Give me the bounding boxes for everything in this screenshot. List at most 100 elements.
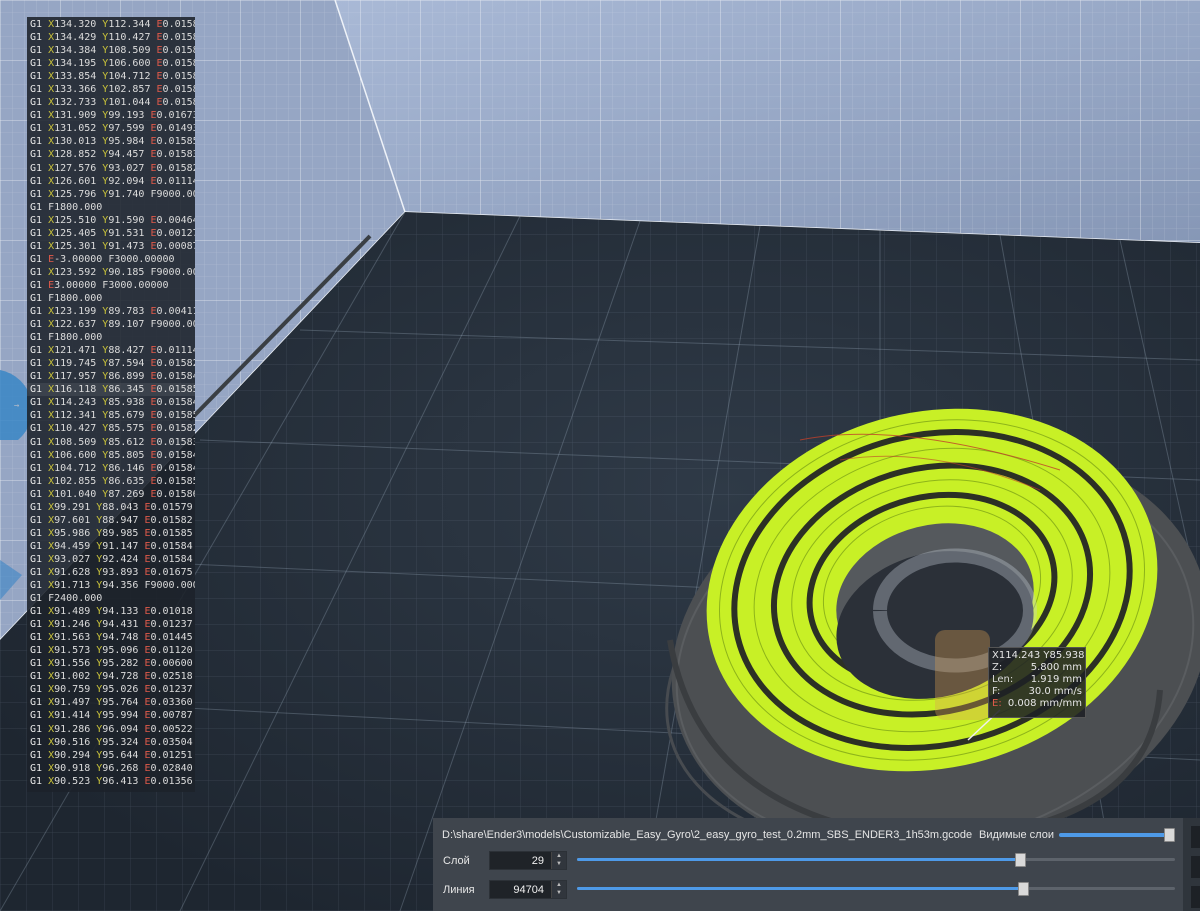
tooltip-row-len: Len: 1.919 mm xyxy=(992,674,1082,686)
gcode-line[interactable]: G1 X131.052 Y97.599 E0.01493 xyxy=(27,122,195,135)
gcode-line[interactable]: G1 X134.320 Y112.344 E0.01582 xyxy=(27,18,195,31)
gcode-line[interactable]: G1 X90.918 Y96.268 E0.02840 xyxy=(27,762,195,775)
gcode-line[interactable]: G1 X125.301 Y91.473 E0.00087 xyxy=(27,240,195,253)
gcode-line[interactable]: G1 F1800.000 xyxy=(27,292,195,305)
gcode-line[interactable]: G1 X127.576 Y93.027 E0.01582 xyxy=(27,162,195,175)
line-spinbox[interactable]: 94704 ▲ ▼ xyxy=(489,880,567,899)
gcode-line[interactable]: G1 X91.489 Y94.133 E0.01018 xyxy=(27,605,195,618)
side-toolbar-button[interactable] xyxy=(1191,856,1200,878)
layer-decrement-icon[interactable]: ▼ xyxy=(552,860,566,868)
line-increment-icon[interactable]: ▲ xyxy=(552,881,566,889)
line-slider-handle[interactable] xyxy=(1017,882,1029,896)
gcode-line[interactable]: G1 X90.516 Y95.324 E0.03504 xyxy=(27,736,195,749)
gcode-line[interactable]: G1 X123.592 Y90.185 F9000.000 xyxy=(27,266,195,279)
layer-slider-handle[interactable] xyxy=(1014,853,1026,867)
line-label: Линия xyxy=(443,884,475,896)
gcode-line[interactable]: G1 X91.002 Y94.728 E0.02518 xyxy=(27,670,195,683)
gcode-line[interactable]: G1 X122.637 Y89.107 F9000.000 xyxy=(27,318,195,331)
tooltip-value: 1.919 mm xyxy=(1030,674,1082,685)
gcode-line[interactable]: G1 X91.556 Y95.282 E0.00600 xyxy=(27,657,195,670)
gcode-line[interactable]: G1 X119.745 Y87.594 E0.01582 xyxy=(27,357,195,370)
visible-layers-label: Видимые слои xyxy=(979,829,1054,841)
gcode-line[interactable]: G1 E3.00000 F3000.00000 xyxy=(27,279,195,292)
gcode-line[interactable]: G1 X91.286 Y96.094 E0.00522 xyxy=(27,723,195,736)
line-decrement-icon[interactable]: ▼ xyxy=(552,889,566,897)
layer-increment-icon[interactable]: ▲ xyxy=(552,852,566,860)
gcode-line[interactable]: G1 X104.712 Y86.146 E0.01584 xyxy=(27,462,195,475)
gcode-line[interactable]: G1 X91.713 Y94.356 F9000.000 xyxy=(27,579,195,592)
gcode-line[interactable]: G1 F2400.000 xyxy=(27,592,195,605)
gcode-line[interactable]: G1 X102.855 Y86.635 E0.01585 xyxy=(27,475,195,488)
gcode-line[interactable]: G1 X116.118 Y86.345 E0.01585 xyxy=(27,383,195,397)
gcode-line[interactable]: G1 X117.957 Y86.899 E0.01584 xyxy=(27,370,195,383)
gcode-line[interactable]: G1 X131.909 Y99.193 E0.01673 xyxy=(27,109,195,122)
line-slider[interactable] xyxy=(577,887,1175,890)
layer-spin-buttons: ▲ ▼ xyxy=(551,852,566,869)
gcode-line[interactable]: G1 X95.986 Y89.985 E0.01585 xyxy=(27,527,195,540)
gcode-line[interactable]: G1 X130.013 Y95.984 E0.01585 xyxy=(27,135,195,148)
file-path: D:\share\Ender3\models\Customizable_Easy… xyxy=(442,829,973,841)
side-toolbar-button[interactable] xyxy=(1191,886,1200,908)
layer-control-panel: D:\share\Ender3\models\Customizable_Easy… xyxy=(433,818,1183,911)
gcode-line[interactable]: G1 X91.414 Y95.994 E0.00787 xyxy=(27,709,195,722)
gcode-line[interactable]: G1 X123.199 Y89.783 E0.00411 xyxy=(27,305,195,318)
side-toolbar xyxy=(1183,818,1200,911)
layer-label: Слой xyxy=(443,855,470,867)
gcode-line[interactable]: G1 X90.523 Y96.413 E0.01356 xyxy=(27,775,195,788)
line-slider-fill xyxy=(577,887,1023,890)
gcode-line[interactable]: G1 F1800.000 xyxy=(27,331,195,344)
gcode-line[interactable]: G1 X91.573 Y95.096 E0.01120 xyxy=(27,644,195,657)
current-line-marker: → xyxy=(14,401,20,411)
gcode-line[interactable]: G1 X132.733 Y101.044 E0.01584 xyxy=(27,96,195,109)
gcode-line[interactable]: G1 X112.341 Y85.679 E0.01585 xyxy=(27,409,195,422)
tooltip-value: 30.0 mm/s xyxy=(1028,686,1082,697)
layer-spinbox[interactable]: 29 ▲ ▼ xyxy=(489,851,567,870)
gcode-line[interactable]: G1 X125.405 Y91.531 E0.00127 xyxy=(27,227,195,240)
visible-layers-slider[interactable] xyxy=(1059,833,1167,837)
tooltip-value: 0.008 mm/mm xyxy=(1007,698,1082,709)
tooltip-key: E: xyxy=(992,698,1002,709)
gcode-line[interactable]: G1 X134.384 Y108.509 E0.01583 xyxy=(27,44,195,57)
gcode-line[interactable]: G1 X133.854 Y104.712 E0.01583 xyxy=(27,70,195,83)
layer-slider-fill xyxy=(577,858,1020,861)
tooltip-key: Len: xyxy=(992,674,1014,685)
gcode-line[interactable]: G1 E-3.00000 F3000.00000 xyxy=(27,253,195,266)
gcode-line[interactable]: G1 X91.497 Y95.764 E0.03360 xyxy=(27,696,195,709)
gcode-line[interactable]: G1 X90.759 Y95.026 E0.01237 xyxy=(27,683,195,696)
tooltip-row-f: F: 30.0 mm/s xyxy=(992,686,1082,698)
gcode-line[interactable]: G1 X94.459 Y91.147 E0.01584 xyxy=(27,540,195,553)
gcode-listing[interactable]: G1 X134.320 Y112.344 E0.01582G1 X134.429… xyxy=(27,17,195,792)
move-info-tooltip: X114.243 Y85.938 Z: 5.800 mm Len: 1.919 … xyxy=(988,647,1086,718)
gcode-line[interactable]: G1 X108.509 Y85.612 E0.01583 xyxy=(27,436,195,449)
tooltip-position: X114.243 Y85.938 xyxy=(992,650,1085,661)
gcode-line[interactable]: G1 X93.027 Y92.424 E0.01584 xyxy=(27,553,195,566)
tooltip-key: F: xyxy=(992,686,1001,697)
tooltip-key: Z: xyxy=(992,662,1003,673)
line-value: 94704 xyxy=(513,884,544,896)
gcode-line[interactable]: G1 X97.601 Y88.947 E0.01582 xyxy=(27,514,195,527)
gcode-line[interactable]: G1 X101.040 Y87.269 E0.01586 xyxy=(27,488,195,501)
gcode-line[interactable]: G1 X128.852 Y94.457 E0.01583 xyxy=(27,148,195,161)
gcode-line[interactable]: G1 X91.246 Y94.431 E0.01237 xyxy=(27,618,195,631)
gcode-line[interactable]: G1 X114.243 Y85.938 E0.01584 xyxy=(27,396,195,409)
gcode-line[interactable]: G1 X134.195 Y106.600 E0.01583 xyxy=(27,57,195,70)
visible-layers-slider-handle[interactable] xyxy=(1164,828,1175,842)
gcode-line[interactable]: G1 X110.427 Y85.575 E0.01582 xyxy=(27,422,195,435)
gcode-line[interactable]: G1 X133.366 Y102.857 E0.01583 xyxy=(27,83,195,96)
gcode-line[interactable]: G1 X126.601 Y92.094 E0.01114 xyxy=(27,175,195,188)
tooltip-row-z: Z: 5.800 mm xyxy=(992,662,1082,674)
tooltip-value: 5.800 mm xyxy=(1030,662,1082,673)
gcode-line[interactable]: G1 X99.291 Y88.043 E0.01579 xyxy=(27,501,195,514)
side-toolbar-button[interactable] xyxy=(1191,826,1200,848)
gcode-line[interactable]: G1 X134.429 Y110.427 E0.01585 xyxy=(27,31,195,44)
gcode-line[interactable]: G1 X91.563 Y94.748 E0.01445 xyxy=(27,631,195,644)
gcode-line[interactable]: G1 X125.510 Y91.590 E0.00464 xyxy=(27,214,195,227)
tooltip-row-e: E: 0.008 mm/mm xyxy=(992,698,1082,710)
gcode-line[interactable]: G1 F1800.000 xyxy=(27,201,195,214)
gcode-line[interactable]: G1 X106.600 Y85.805 E0.01584 xyxy=(27,449,195,462)
layer-slider[interactable] xyxy=(577,858,1175,861)
gcode-line[interactable]: G1 X125.796 Y91.740 F9000.000 xyxy=(27,188,195,201)
gcode-line[interactable]: G1 X91.628 Y93.893 E0.01675 xyxy=(27,566,195,579)
gcode-line[interactable]: G1 X121.471 Y88.427 E0.01114 xyxy=(27,344,195,357)
gcode-line[interactable]: G1 X90.294 Y95.644 E0.01251 xyxy=(27,749,195,762)
